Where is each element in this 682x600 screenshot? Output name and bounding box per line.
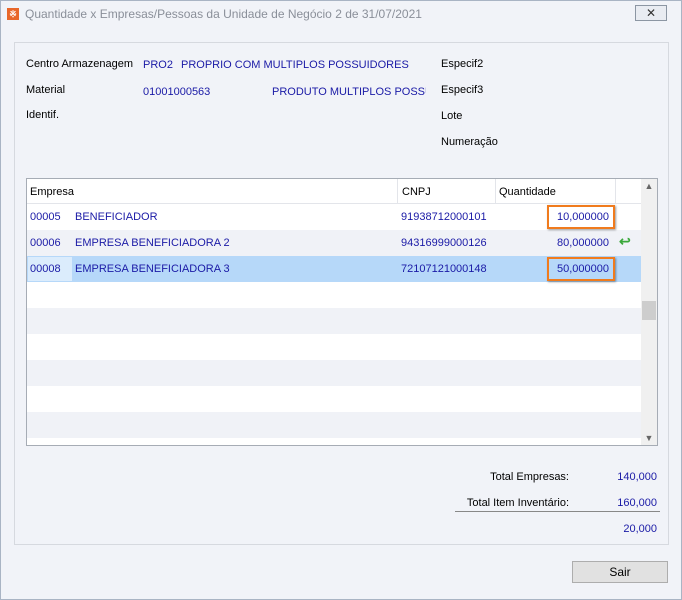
scroll-down-icon[interactable]: ▼ (641, 433, 657, 443)
empresa-code: 00008 (30, 263, 61, 275)
scroll-up-icon[interactable]: ▲ (641, 181, 657, 191)
empty-row (27, 412, 641, 438)
column-header-empresa[interactable]: Empresa (30, 186, 74, 198)
totals-divider (455, 511, 660, 512)
empty-row (27, 386, 641, 412)
column-separator (615, 179, 616, 204)
empty-row (27, 360, 641, 386)
vertical-scrollbar[interactable]: ▲ ▼ (641, 179, 657, 445)
column-separator (495, 179, 496, 204)
scrollbar-thumb[interactable] (642, 301, 656, 320)
identif-label: Identif. (26, 109, 60, 121)
column-header-quantidade[interactable]: Quantidade (499, 186, 556, 198)
especif3-label: Especif3 (441, 84, 484, 96)
empresa-name: EMPRESA BENEFICIADORA 2 (75, 237, 230, 249)
empty-row (27, 334, 641, 360)
table-row[interactable]: 00006 EMPRESA BENEFICIADORA 2 9431699900… (27, 230, 641, 256)
app-icon: ※ (7, 7, 19, 20)
total-inventario-value: 160,000 (617, 497, 657, 509)
empresa-code: 00006 (30, 237, 61, 249)
empresas-grid[interactable]: Empresa CNPJ Quantidade 00005 BENEFICIAD… (26, 178, 658, 446)
lote-label: Lote (441, 110, 463, 122)
highlight-box (547, 257, 615, 281)
empty-row (27, 308, 641, 334)
column-header-cnpj[interactable]: CNPJ (402, 186, 431, 198)
title-bar: ※ Quantidade x Empresas/Pessoas da Unida… (1, 1, 681, 26)
difference-value: 20,000 (623, 523, 657, 535)
total-empresas-label: Total Empresas: (490, 471, 569, 483)
highlight-box (547, 205, 615, 229)
close-button[interactable]: ✕ (635, 5, 667, 21)
empresa-name: BENEFICIADOR (75, 211, 158, 223)
cnpj-cell: 94316999000126 (401, 237, 487, 249)
material-code: 01001000563 (143, 86, 211, 98)
quantidade-cell[interactable]: 80,000000 (557, 237, 609, 249)
total-inventario-label: Total Item Inventário: (466, 497, 569, 509)
cnpj-cell: 91938712000101 (401, 211, 487, 223)
centro-code: PRO2 (143, 59, 173, 71)
material-name: PRODUTO MULTIPLOS POSSUID (272, 86, 426, 98)
numeracao-label: Numeração (441, 136, 498, 148)
column-separator (397, 179, 398, 204)
material-label: Material (26, 84, 66, 96)
empresa-code: 00005 (30, 211, 61, 223)
cnpj-cell: 72107121000148 (401, 263, 487, 275)
sair-button[interactable]: Sair (572, 561, 668, 583)
especif2-label: Especif2 (441, 58, 484, 70)
centro-name: PROPRIO COM MULTIPLOS POSSUIDORES (181, 59, 409, 71)
centro-label: Centro Armazenagem (26, 58, 133, 70)
return-arrow-icon[interactable]: ↩ (619, 233, 631, 250)
empty-row (27, 282, 641, 308)
total-empresas-value: 140,000 (617, 471, 657, 483)
grid-header: Empresa CNPJ Quantidade (27, 179, 641, 204)
window-title: Quantidade x Empresas/Pessoas da Unidade… (25, 6, 422, 21)
empresa-name: EMPRESA BENEFICIADORA 3 (75, 263, 230, 275)
